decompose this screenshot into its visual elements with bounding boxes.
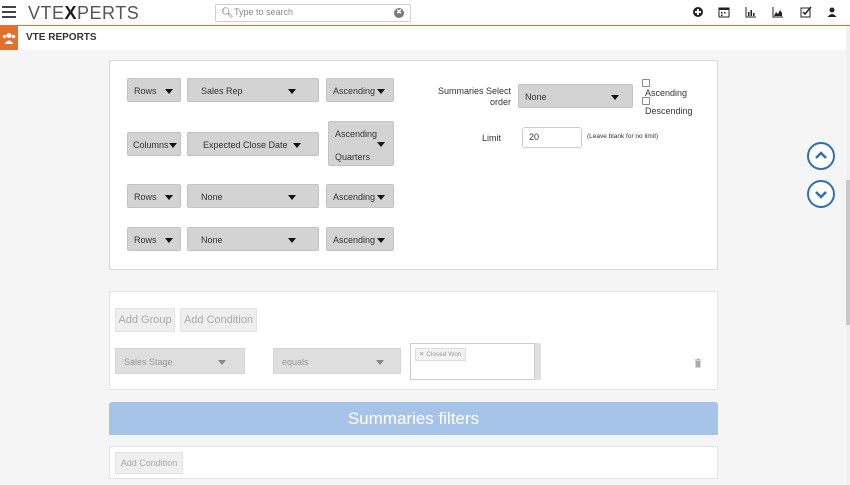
chevron-down-icon — [377, 142, 385, 147]
summaries-filters-header: Summaries filters — [109, 402, 718, 435]
page-title: VTE REPORTS — [26, 32, 97, 43]
bar-chart-icon[interactable] — [744, 6, 758, 20]
checkbox-icon[interactable] — [799, 6, 813, 20]
chevron-down-icon — [611, 95, 619, 100]
menu-icon[interactable] — [0, 3, 18, 21]
calendar-icon[interactable] — [717, 6, 731, 20]
page-scrollbar-thumb[interactable] — [846, 180, 850, 325]
app-logo[interactable]: VTEXPERTS — [28, 3, 139, 23]
condition-value-box[interactable]: ✕ Closed Won — [410, 343, 535, 380]
condition-operator-select[interactable]: equals — [273, 348, 401, 374]
limit-input[interactable]: 20 — [522, 127, 582, 148]
add-group-button[interactable]: Add Group — [115, 308, 175, 332]
row3-order-select[interactable]: Ascending — [326, 184, 394, 208]
row4-type-select[interactable]: Rows — [127, 227, 181, 251]
row2-field-select[interactable]: Expected Close Date — [187, 132, 319, 156]
search-icon: 🔍︎ — [221, 8, 234, 19]
chevron-down-icon — [815, 191, 827, 199]
ascending-label: Ascending — [645, 88, 688, 98]
limit-label: Limit — [482, 133, 502, 143]
chevron-down-icon — [165, 238, 173, 243]
summaries-add-condition-button[interactable]: Add Condition — [115, 452, 183, 474]
add-icon[interactable] — [691, 6, 705, 20]
row3-type-select[interactable]: Rows — [127, 184, 181, 208]
user-icon[interactable] — [825, 6, 839, 20]
chevron-down-icon — [218, 360, 226, 365]
value-box-scrollbar[interactable] — [535, 343, 541, 380]
chevron-down-icon — [377, 195, 385, 200]
chevron-down-icon — [377, 238, 385, 243]
area-chart-icon[interactable] — [771, 6, 785, 20]
chevron-down-icon — [288, 238, 296, 243]
chevron-down-icon — [169, 143, 177, 148]
remove-tag-icon[interactable]: ✕ — [419, 351, 424, 358]
row1-order-select[interactable]: Ascending — [326, 78, 394, 102]
chevron-down-icon — [165, 89, 173, 94]
value-tag: ✕ Closed Won — [415, 348, 466, 361]
ascending-checkbox[interactable] — [642, 79, 650, 87]
row2-order-select[interactable]: Ascending Quarters — [328, 121, 394, 166]
row2-type-select[interactable]: Columns — [127, 132, 181, 156]
row4-field-select[interactable]: None — [187, 227, 319, 251]
summaries-filters-panel — [109, 446, 718, 479]
chevron-down-icon — [376, 360, 384, 365]
row1-type-select[interactable]: Rows — [127, 78, 181, 102]
sub-header — [0, 26, 850, 50]
summaries-order-select[interactable]: None — [518, 84, 633, 108]
add-condition-button[interactable]: Add Condition — [180, 308, 257, 332]
search-placeholder: Type to search — [234, 7, 294, 17]
descending-checkbox[interactable] — [642, 97, 650, 105]
row3-field-select[interactable]: None — [187, 184, 319, 208]
trash-icon[interactable] — [694, 355, 704, 368]
chevron-down-icon — [165, 195, 173, 200]
scroll-up-button[interactable] — [807, 142, 835, 170]
limit-hint: (Leave blank for no limit) — [587, 133, 659, 140]
condition-field-select[interactable]: Sales Stage — [115, 348, 245, 374]
clear-search-icon[interactable]: ✖ — [394, 8, 404, 18]
row1-field-select[interactable]: Sales Rep — [187, 78, 319, 102]
chevron-down-icon — [293, 143, 301, 148]
chevron-down-icon — [377, 89, 385, 94]
scroll-down-button[interactable] — [807, 180, 835, 208]
chevron-down-icon — [288, 89, 296, 94]
row4-order-select[interactable]: Ascending — [326, 227, 394, 251]
users-icon[interactable] — [0, 26, 18, 50]
chevron-up-icon — [815, 151, 827, 159]
chevron-down-icon — [288, 195, 296, 200]
search-input[interactable]: 🔍︎ Type to search ✖ — [215, 4, 411, 22]
descending-label: Descending — [645, 106, 693, 116]
summaries-order-label: Summaries Select order — [437, 86, 511, 107]
